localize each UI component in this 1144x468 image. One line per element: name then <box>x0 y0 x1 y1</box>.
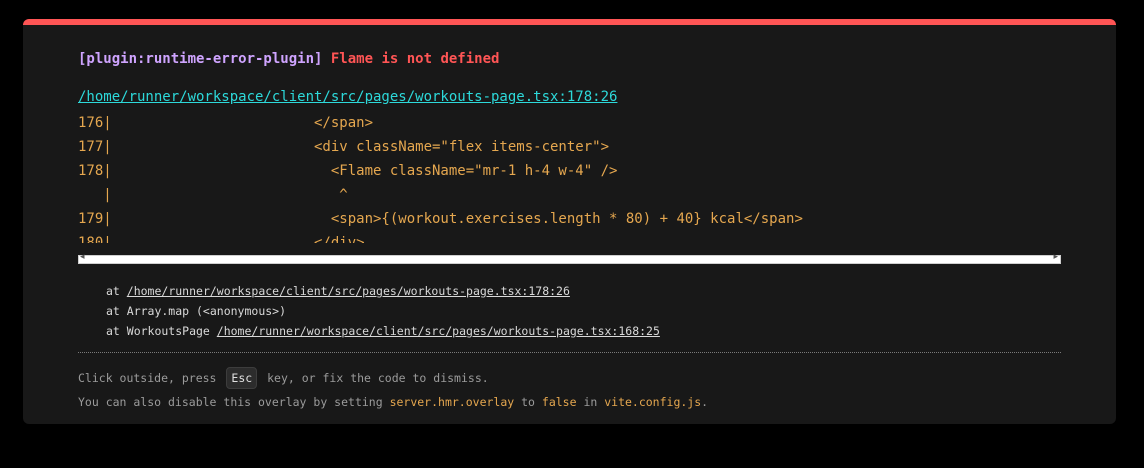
dismiss-tip: Click outside, press Esc key, or fix the… <box>78 367 489 389</box>
stack-frame-prefix: at WorkoutsPage <box>106 324 217 338</box>
config-option-value: false <box>541 395 577 409</box>
scroll-right-icon[interactable]: ▸ <box>1053 252 1058 262</box>
dismiss-tip-text: key, or fix the code to dismiss. <box>260 371 489 385</box>
config-file-name: vite.config.js <box>604 395 702 409</box>
error-file-link[interactable]: /home/runner/workspace/client/src/pages/… <box>78 89 617 105</box>
code-frame-line: 180| </div> <box>78 235 365 243</box>
scroll-left-icon[interactable]: ◂ <box>80 252 85 262</box>
error-message: [plugin:runtime-error-plugin] Flame is n… <box>78 51 499 67</box>
stack-frame-link[interactable]: /home/runner/workspace/client/src/pages/… <box>217 324 660 338</box>
code-frame-line: 178| <Flame className="mr-1 h-4 w-4" /> <box>78 163 618 179</box>
esc-key: Esc <box>226 367 258 389</box>
error-message-text: Flame is not defined <box>330 51 500 67</box>
stack-frame-prefix: at Array.map (<anonymous>) <box>106 304 287 318</box>
config-tip-text: . <box>701 395 709 409</box>
config-tip-text: to <box>514 395 542 409</box>
overlay-config-tip: You can also disable this overlay by set… <box>78 392 708 412</box>
config-option-name: server.hmr.overlay <box>389 395 515 409</box>
stack-trace-line: at WorkoutsPage /home/runner/workspace/c… <box>106 321 660 341</box>
code-frame-line: 177| <div className="flex items-center"> <box>78 139 610 155</box>
stack-trace: at /home/runner/workspace/client/src/pag… <box>106 281 660 341</box>
code-frame: 176| </span> 177| <div className="flex i… <box>78 111 1061 243</box>
dismiss-tip-text: Click outside, press <box>78 371 224 385</box>
stack-trace-line: at /home/runner/workspace/client/src/pag… <box>106 281 660 301</box>
stack-trace-line: at Array.map (<anonymous>) <box>106 301 660 321</box>
config-tip-text: in <box>576 395 605 409</box>
plugin-name: [plugin:runtime-error-plugin] <box>78 51 323 67</box>
error-overlay: [plugin:runtime-error-plugin] Flame is n… <box>23 19 1116 424</box>
stack-frame-prefix: at <box>106 284 127 298</box>
code-frame-scrollbar[interactable]: ◂ ▸ <box>78 252 1061 264</box>
stack-frame-link[interactable]: /home/runner/workspace/client/src/pages/… <box>127 284 570 298</box>
code-frame-caret-line: | ^ <box>78 187 348 203</box>
config-tip-text: You can also disable this overlay by set… <box>78 395 390 409</box>
code-frame-line: 179| <span>{(workout.exercises.length * … <box>78 211 803 227</box>
code-frame-line: 176| </span> <box>78 115 374 131</box>
divider <box>78 352 1061 353</box>
